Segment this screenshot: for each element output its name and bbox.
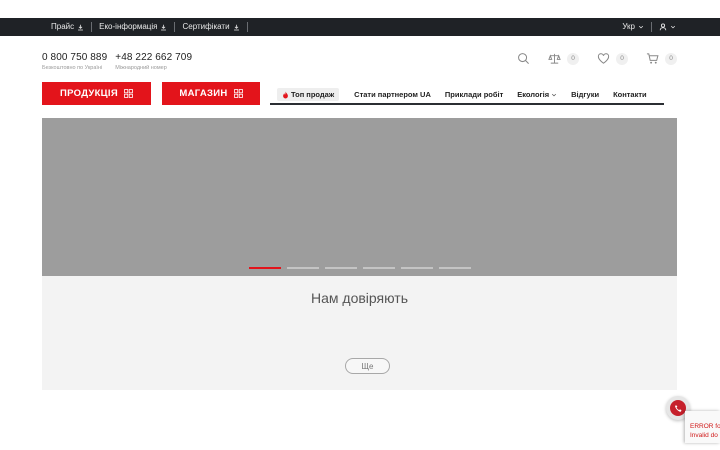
contact-free: 0 800 750 889 Безкоштовно по Україні — [42, 52, 107, 71]
grid-icon — [233, 89, 243, 98]
nav-item-label: Топ продаж — [291, 90, 335, 99]
compare-button[interactable]: 0 — [548, 52, 579, 65]
slider-pagination — [249, 267, 471, 269]
nav-item-label: Контакти — [613, 90, 647, 99]
nav-item-ecology[interactable]: Екологія — [510, 90, 564, 99]
hero-slider[interactable] — [42, 118, 677, 276]
search-button[interactable] — [517, 52, 530, 65]
language-selector[interactable]: Укр — [622, 22, 652, 32]
slider-dot[interactable] — [401, 267, 433, 269]
wishlist-button[interactable]: 0 — [597, 52, 628, 65]
recaptcha-error-line: ERROR fo — [690, 423, 720, 430]
slider-dot[interactable] — [363, 267, 395, 269]
cart-count-badge: 0 — [665, 52, 677, 65]
contact-international: +48 222 662 709 Міжнародний номер — [115, 52, 192, 71]
certificates-link-label: Сертифікати — [182, 22, 230, 31]
international-phone-note: Міжнародний номер — [115, 65, 167, 71]
nav-item-become-partner[interactable]: Стати партнером UA — [347, 90, 438, 99]
scales-icon — [548, 53, 561, 64]
cart-icon — [646, 53, 659, 64]
main-nav: Топ продаж Стати партнером UA Приклади р… — [270, 86, 664, 105]
nav-item-label: Стати партнером UA — [354, 90, 431, 99]
phone-icon — [674, 404, 682, 412]
nav-item-label: Приклади робіт — [444, 90, 504, 99]
compare-count-badge: 0 — [567, 52, 579, 65]
slider-dot[interactable] — [439, 267, 471, 269]
price-link[interactable]: Прайс — [44, 22, 93, 32]
wishlist-count-badge: 0 — [616, 52, 628, 65]
eco-info-link-label: Еко-інформація — [99, 22, 158, 31]
grid-icon — [124, 89, 133, 98]
chevron-down-icon — [552, 93, 557, 96]
free-phone-note: Безкоштовно по Україні — [42, 65, 103, 71]
top-bar: Прайс Еко-інформація Сертифікати Укр — [0, 18, 720, 36]
slider-dot[interactable] — [287, 267, 319, 269]
top-bar-right: Укр — [622, 18, 676, 36]
free-phone-number[interactable]: 0 800 750 889 — [42, 52, 107, 63]
show-more-button[interactable]: Ще — [345, 358, 390, 374]
download-icon — [78, 24, 84, 30]
user-icon — [659, 23, 667, 31]
language-label: Укр — [622, 22, 635, 31]
recaptcha-badge: ERROR fo Invalid do — [685, 411, 720, 443]
section-heading: Нам довіряють — [310, 290, 409, 306]
chevron-down-icon — [638, 25, 644, 29]
slider-dot[interactable] — [325, 267, 357, 269]
certificates-link[interactable]: Сертифікати — [175, 22, 248, 32]
products-button[interactable]: ПРОДУКЦІЯ — [42, 82, 151, 105]
price-link-label: Прайс — [51, 22, 75, 31]
shop-button[interactable]: МАГАЗИН — [162, 82, 260, 105]
nav-item-label: Відгуки — [571, 90, 600, 99]
chevron-down-icon — [670, 25, 676, 29]
fire-icon — [283, 90, 288, 98]
nav-item-contacts[interactable]: Контакти — [606, 90, 654, 99]
trusted-by-section: Нам довіряють Ще — [42, 276, 677, 390]
download-icon — [161, 24, 167, 30]
top-links: Прайс Еко-інформація Сертифікати — [44, 18, 248, 36]
nav-item-label: Екологія — [517, 90, 550, 99]
recaptcha-error-line: Invalid do — [690, 432, 718, 439]
heart-icon — [597, 53, 610, 64]
search-icon — [518, 53, 529, 64]
download-icon — [233, 24, 239, 30]
eco-info-link[interactable]: Еко-інформація — [92, 22, 176, 32]
contact-phones: 0 800 750 889 Безкоштовно по Україні +48… — [42, 52, 192, 71]
products-button-label: ПРОДУКЦІЯ — [59, 88, 118, 99]
international-phone-number[interactable]: +48 222 662 709 — [115, 52, 192, 63]
account-menu[interactable] — [652, 23, 676, 31]
header-icons: 0 0 0 — [517, 52, 677, 65]
nav-item-reviews[interactable]: Відгуки — [564, 90, 606, 99]
callback-button-inner — [670, 400, 686, 416]
shop-button-label: МАГАЗИН — [179, 88, 228, 99]
nav-item-top-sales[interactable]: Топ продаж — [277, 88, 340, 101]
nav-item-work-examples[interactable]: Приклади робіт — [438, 90, 510, 99]
cart-button[interactable]: 0 — [646, 52, 677, 65]
slider-dot[interactable] — [249, 267, 281, 269]
